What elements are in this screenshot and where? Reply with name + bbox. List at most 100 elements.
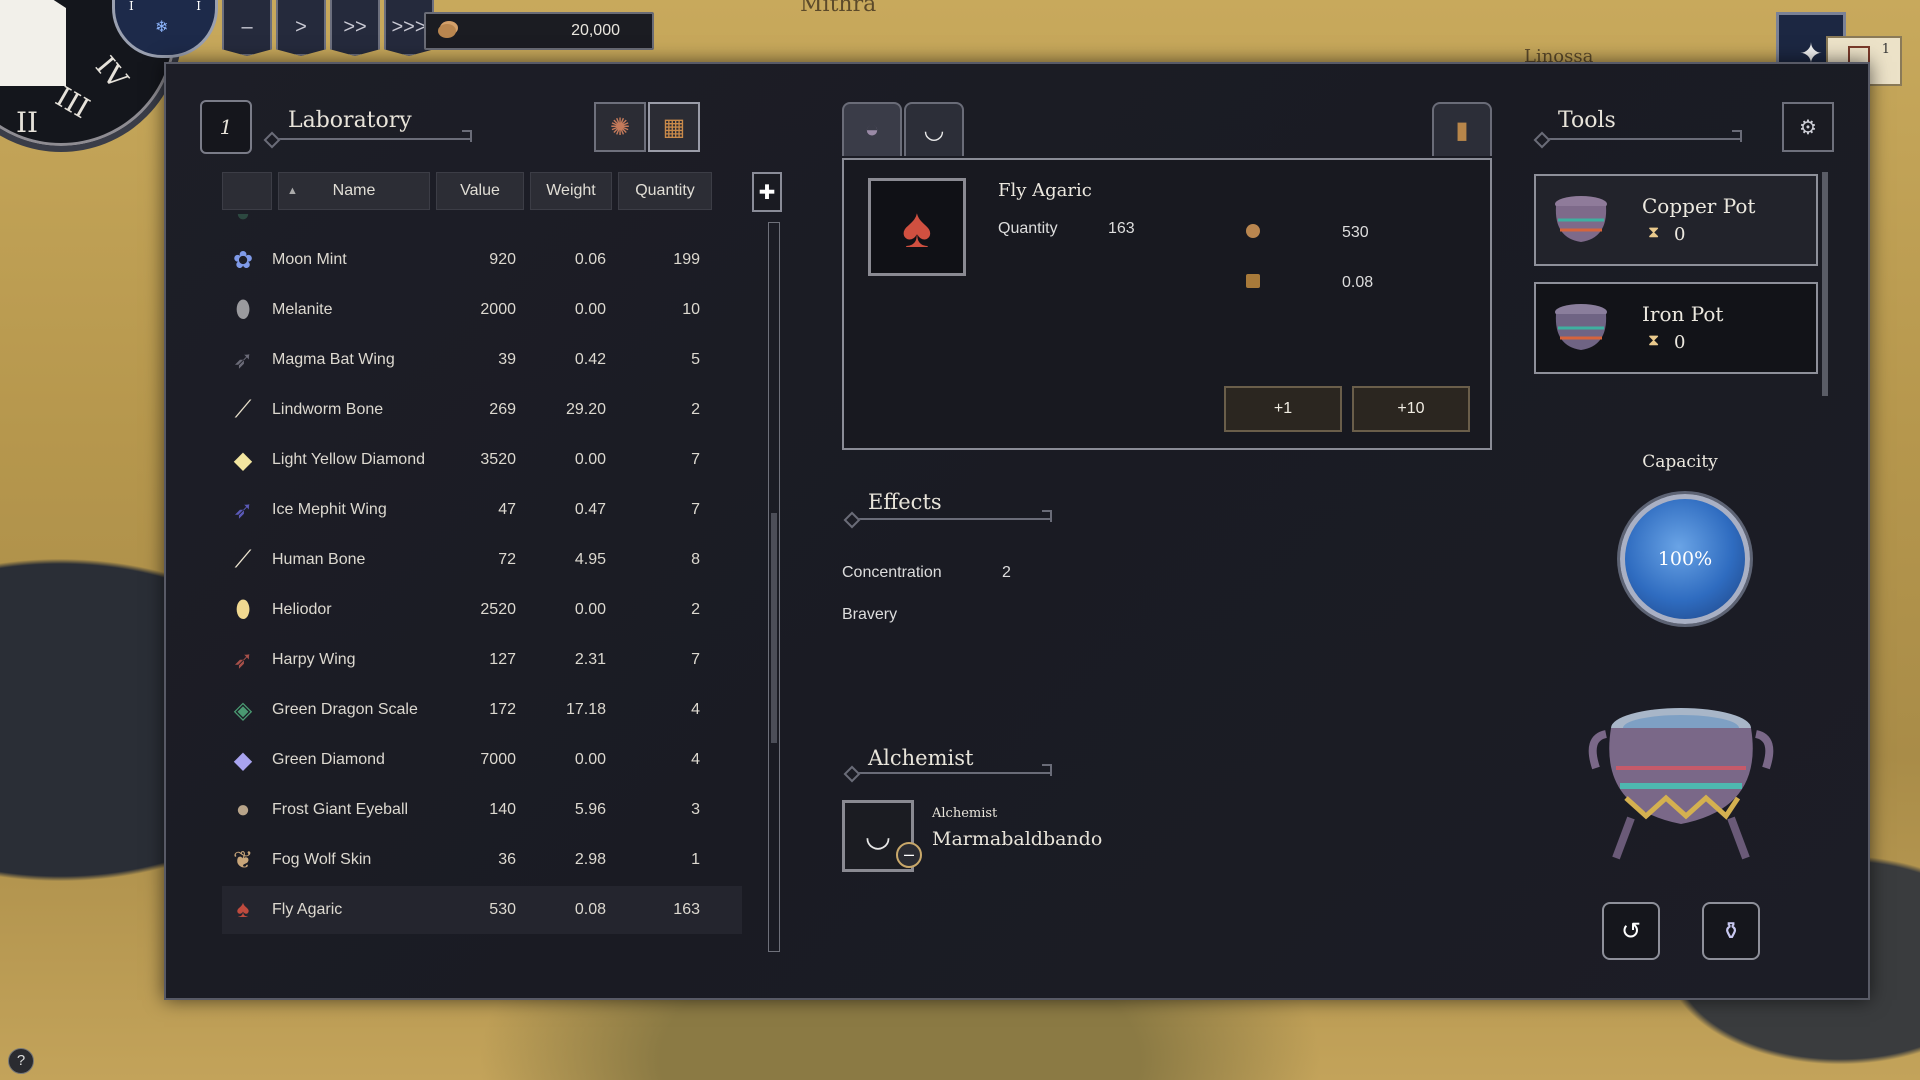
reset-button[interactable]: ↺: [1602, 902, 1660, 960]
item-value: 530: [1342, 224, 1369, 241]
ingredient-name: Human Bone: [272, 551, 366, 568]
capacity-label: Capacity: [1642, 452, 1718, 472]
tab-storage[interactable]: ▮: [1432, 102, 1492, 156]
frost-giant-eyeball-icon: ●: [235, 796, 251, 823]
ingots-icon: ▦: [662, 113, 686, 141]
list-item[interactable]: ♠ Fly Agaric 530 0.08 163: [222, 886, 742, 934]
coins-icon: [1246, 224, 1260, 238]
tab-cauldron[interactable]: ◒: [842, 102, 902, 156]
ingredient-value: 36: [498, 851, 516, 868]
ingredient-name: Magma Bat Wing: [272, 351, 395, 368]
effect-name: Concentration: [842, 564, 942, 581]
list-item[interactable]: ❦ Fog Wolf Skin 36 2.98 1: [222, 836, 742, 884]
ingredient-list-scrollbar[interactable]: [768, 222, 780, 952]
title-divider: [850, 764, 1052, 776]
help-button[interactable]: ?: [8, 1048, 34, 1074]
scroll-partial-icon: ●: [226, 214, 260, 231]
ingredient-value: 920: [489, 251, 516, 268]
ingredient-name: Fog Wolf Skin: [272, 851, 372, 868]
ingredient-name: Fly Agaric: [272, 901, 343, 918]
list-item[interactable]: ◈ Green Dragon Scale 172 17.18 4: [222, 686, 742, 734]
remove-alchemist-button[interactable]: –: [896, 842, 922, 868]
list-item[interactable]: ➶ Harpy Wing 127 2.31 7: [222, 636, 742, 684]
list-item[interactable]: ➶ Ice Mephit Wing 47 0.47 7: [222, 486, 742, 534]
weight-column-header[interactable]: Weight: [530, 172, 612, 210]
filter-ingredients-button[interactable]: ✺: [594, 102, 646, 152]
add-ingredient-button[interactable]: ✚: [752, 172, 782, 212]
sort-ascending-icon: ▲: [287, 185, 298, 197]
list-item[interactable]: ⬮ Melanite 2000 0.00 10: [222, 286, 742, 334]
ingredient-weight: 2.98: [574, 851, 606, 868]
play-speed-2-button[interactable]: >>: [330, 0, 380, 56]
ingredient-name: Lindworm Bone: [272, 401, 384, 418]
ingredient-value: 172: [489, 701, 516, 718]
list-item[interactable]: ⟋ Lindworm Bone 269 29.20 2: [222, 386, 742, 434]
list-item[interactable]: ⬮ Heliodor 2520 0.00 2: [222, 586, 742, 634]
tools-settings-button[interactable]: ⚙: [1782, 102, 1834, 152]
ingredient-weight: 0.00: [574, 451, 606, 468]
scrollbar-thumb[interactable]: [771, 513, 777, 743]
list-item[interactable]: ◆ Light Yellow Diamond 3520 0.00 7: [222, 436, 742, 484]
name-column-header[interactable]: ▲ Name: [278, 172, 430, 210]
undo-icon: ↺: [1620, 917, 1642, 945]
tool-time: 0: [1674, 224, 1686, 245]
filter-materials-button[interactable]: ▦: [648, 102, 700, 152]
tool-time: 0: [1674, 332, 1686, 353]
add-ten-button[interactable]: +10: [1352, 386, 1470, 432]
ingredient-name: Melanite: [272, 301, 333, 318]
ingredient-quantity: 199: [673, 251, 700, 268]
value-column-header[interactable]: Value: [436, 172, 524, 210]
ingredient-weight: 2.31: [574, 651, 606, 668]
tab-mortar[interactable]: ◡: [904, 102, 964, 156]
ingredient-weight: 17.18: [565, 701, 606, 718]
green-dragon-scale-icon: ◈: [233, 696, 253, 724]
quantity-column-label: Quantity: [635, 182, 695, 199]
fog-wolf-skin-icon: ❦: [232, 846, 254, 874]
ingredient-quantity: 7: [691, 501, 700, 518]
dial-numeral-left: I: [129, 0, 134, 13]
ingredient-value: 127: [489, 651, 516, 668]
mortar-icon: ◡: [864, 819, 892, 853]
weight-column-label: Weight: [546, 182, 596, 199]
laboratory-title: Laboratory: [288, 108, 412, 133]
list-item[interactable]: ◆ Green Diamond 7000 0.00 4: [222, 736, 742, 784]
tool-iron-pot[interactable]: Iron Pot ⧗ 0: [1534, 282, 1818, 374]
moon-mint-icon: ✿: [232, 246, 254, 274]
tool-name: Iron Pot: [1642, 302, 1724, 326]
ingredient-name: Green Diamond: [272, 751, 385, 768]
ingredient-weight: 0.47: [574, 501, 606, 518]
ingredient-quantity: 3: [691, 801, 700, 818]
map-label-mithra: Mithra: [800, 0, 877, 17]
brew-button[interactable]: ⚱: [1702, 902, 1760, 960]
capacity-orb: 100%: [1620, 494, 1750, 624]
ingredient-name: Moon Mint: [272, 251, 347, 268]
ingredient-weight: 0.06: [574, 251, 606, 268]
cauldron-illustration: [1586, 698, 1776, 866]
ingredient-name: Ice Mephit Wing: [272, 501, 387, 518]
list-item[interactable]: ● Frost Giant Eyeball 140 5.96 3: [222, 786, 742, 834]
list-item[interactable]: ✿ Moon Mint 920 0.06 199: [222, 236, 742, 284]
tool-copper-pot[interactable]: Copper Pot ⧗ 0: [1534, 174, 1818, 266]
barrel-icon: ▮: [1455, 116, 1469, 144]
gold-amount: 20,000: [571, 22, 620, 39]
list-item[interactable]: ⟋ Human Bone 72 4.95 8: [222, 536, 742, 584]
alchemist-role: Alchemist: [932, 806, 998, 821]
item-weight: 0.08: [1342, 274, 1374, 291]
ingredient-quantity: 163: [673, 901, 700, 918]
ingredient-weight: 0.00: [574, 601, 606, 618]
play-speed-1-button[interactable]: >: [276, 0, 326, 56]
green-diamond-icon: ◆: [233, 746, 253, 774]
tool-name: Copper Pot: [1642, 194, 1756, 218]
effects-title: Effects: [868, 490, 942, 514]
heliodor-icon: ⬮: [235, 596, 251, 623]
tools-scrollbar[interactable]: [1822, 172, 1828, 396]
potion-icon: ⚱: [1720, 917, 1742, 945]
list-item-partial: ●: [222, 214, 742, 227]
effect-level: 2: [1002, 564, 1011, 581]
alchemist-title: Alchemist: [868, 746, 974, 770]
ingredient-value: 7000: [480, 751, 516, 768]
quantity-column-header[interactable]: Quantity: [618, 172, 712, 210]
add-one-button[interactable]: +1: [1224, 386, 1342, 432]
pause-button[interactable]: –: [222, 0, 272, 56]
list-item[interactable]: ➶ Magma Bat Wing 39 0.42 5: [222, 336, 742, 384]
